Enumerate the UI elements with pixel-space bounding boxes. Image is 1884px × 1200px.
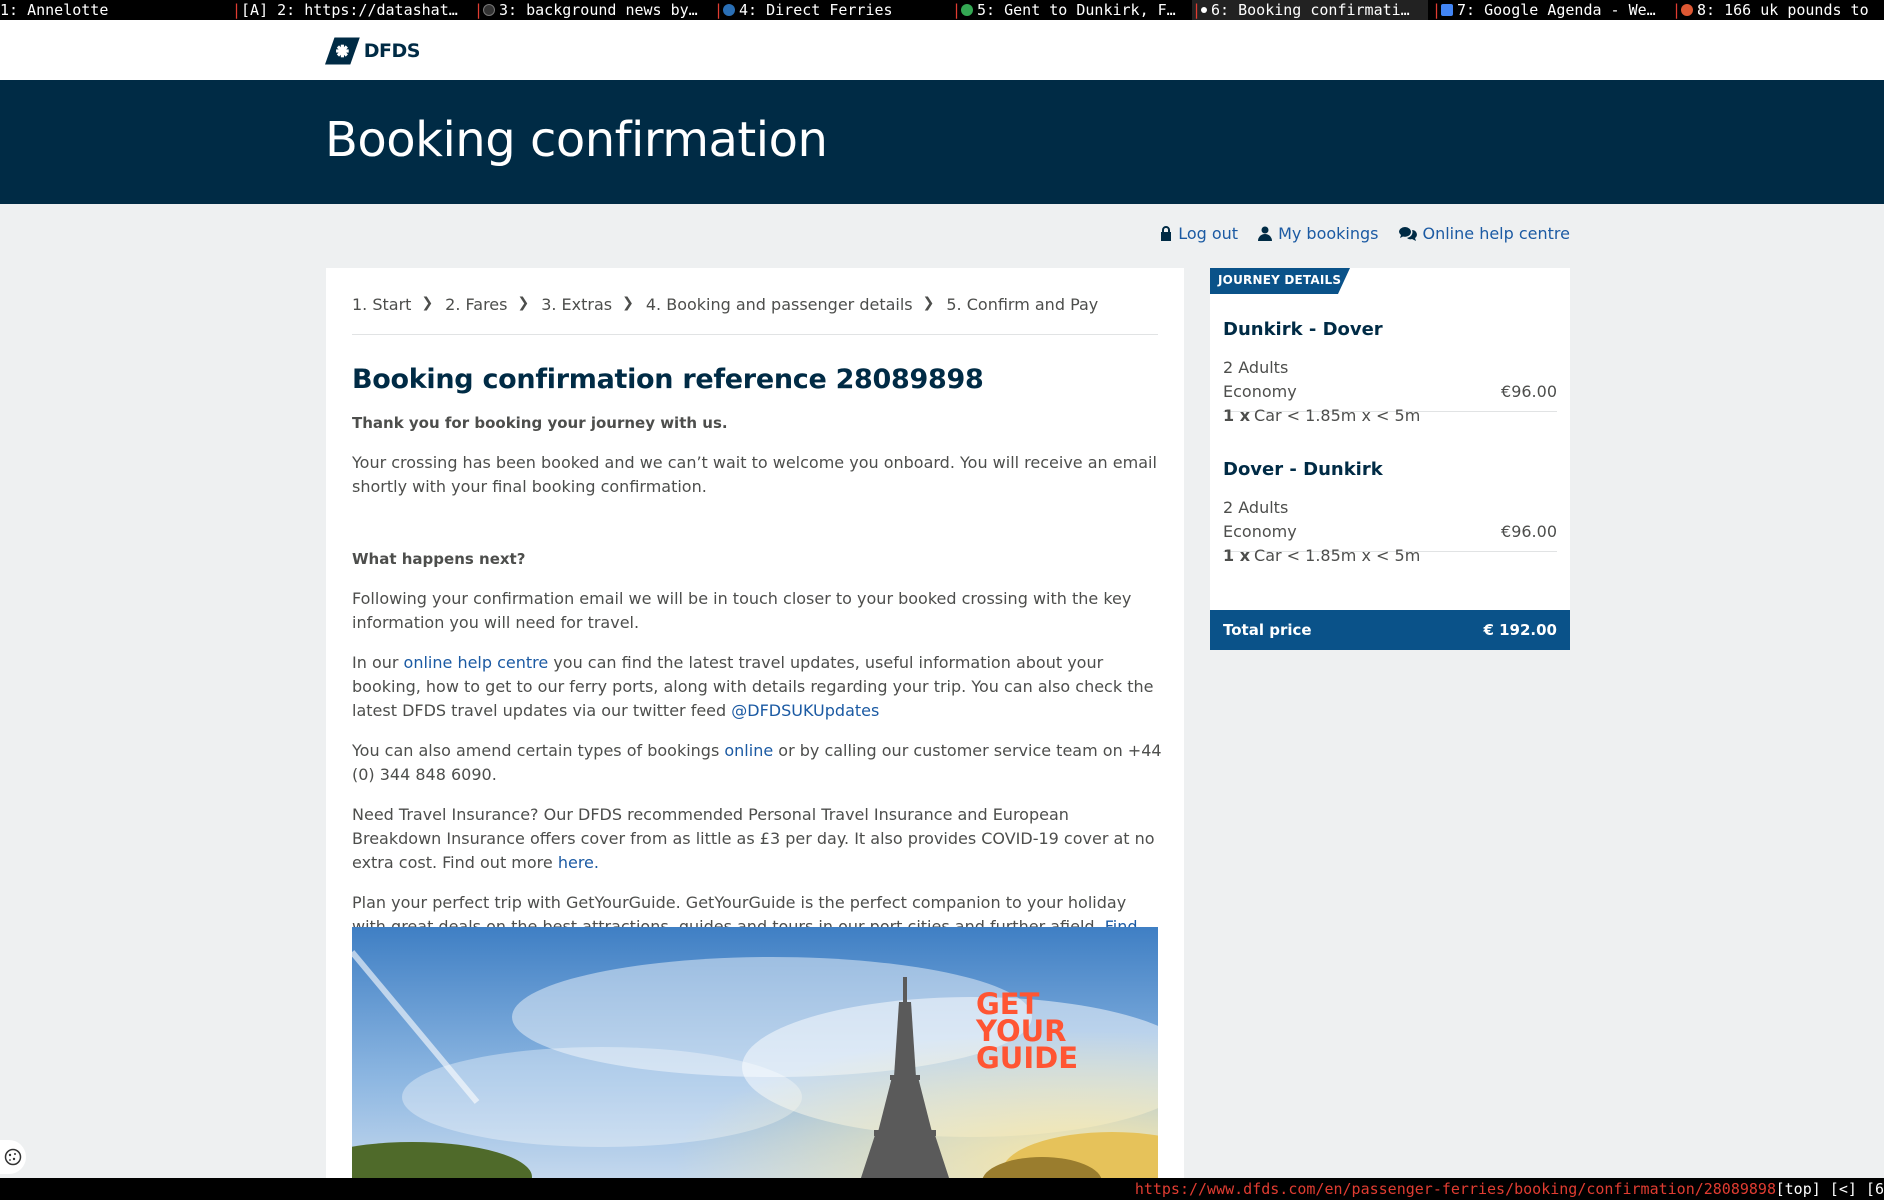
site-header: DFDS [0,20,1884,80]
leg-vehicle-qty: 1 x [1223,406,1251,425]
tab-label: 7: Google Agenda - We… [1457,1,1656,19]
paris-eiffel-tower-image: GET YOUR GUIDE [352,927,1158,1178]
amend-paragraph: You can also amend certain types of book… [352,741,1162,784]
browser-status-bar: https://www.dfds.com/en/passenger-ferrie… [0,1178,1884,1200]
booking-confirmation-card: 1. Start ❯ 2. Fares ❯ 3. Extras ❯ 4. Bookin… [326,268,1184,1178]
dfds-logo[interactable]: DFDS [325,34,421,68]
amend-online-link[interactable]: online [724,741,773,760]
chevron-right-icon: ❯ [421,295,434,311]
tab-label: 5: Gent to Dunkirk, F… [977,1,1176,19]
journey-details-card: JOURNEY DETAILS Dunkirk - Dover 2 Adults… [1210,268,1570,650]
online-help-centre-link[interactable]: online help centre [404,653,549,672]
confirmation-heading: Booking confirmation reference 28089898 [352,364,984,395]
github-icon [483,4,496,16]
logout-link[interactable]: Log out [1160,224,1238,243]
insurance-link[interactable]: here. [558,853,599,872]
browser-tab[interactable]: | 5: Gent to Dunkirk, F… [952,0,1188,20]
next-steps-heading: What happens next? [352,550,526,568]
tab-label: [A] 2: https://datashat… [241,1,458,19]
maps-icon [961,4,974,16]
browser-tab[interactable]: | 3: background news by… [474,0,702,20]
lock-icon [1161,226,1172,241]
chevron-right-icon: ❯ [517,295,530,311]
leg-route: Dover - Dunkirk [1223,459,1383,480]
my-bookings-link[interactable]: My bookings [1258,224,1379,243]
leg-vehicle: Car < 1.85m x < 5m [1254,406,1421,425]
account-links: Log out My bookings Online help centre [1160,224,1570,243]
leg-vehicle: Car < 1.85m x < 5m [1254,546,1421,565]
tab-label: 3: background news by… [499,1,698,19]
browser-tab-bar: 1: Annelotte |[A] 2: https://datashat… |… [0,0,1884,20]
step-confirm-pay[interactable]: 5. Confirm and Pay [946,295,1098,334]
tab-label: 6: Booking confirmati… [1211,1,1410,19]
cookie-settings-button[interactable] [0,1140,26,1174]
calendar-icon [1441,4,1454,16]
total-price-value: € 192.00 [1483,621,1557,639]
leg-vehicle-qty: 1 x [1223,546,1251,565]
getyourguide-promo-image[interactable]: GET YOUR GUIDE [352,927,1158,1178]
leg-route: Dunkirk - Dover [1223,319,1383,340]
twitter-feed-link[interactable]: @DFDSUKUpdates [731,701,879,720]
total-price-bar: Total price € 192.00 [1210,610,1570,650]
browser-tab-active[interactable]: | 6: Booking confirmati… [1192,0,1428,20]
confirmation-content: Booking confirmation reference 28089898 … [352,363,1162,979]
booked-text: Your crossing has been booked and we can… [352,453,1157,496]
insurance-paragraph: Need Travel Insurance? Our DFDS recommen… [352,805,1155,872]
step-start[interactable]: 1. Start ❯ [352,295,433,334]
tab-label: 1: Annelotte [0,1,109,19]
gyg-logo-line-3: GUIDE [976,1041,1078,1075]
chevron-right-icon: ❯ [922,295,935,311]
journey-details-tag: JOURNEY DETAILS [1210,268,1350,294]
leg-fare: Economy [1223,522,1297,541]
chevron-right-icon: ❯ [622,295,634,311]
browser-tab[interactable]: | 4: Direct Ferries [714,0,944,20]
step-passenger-details[interactable]: 4. Booking and passenger details ❯ [646,295,935,334]
following-text: Following your confirmation email we wil… [352,589,1132,632]
page-title: Booking confirmation [325,112,828,168]
hero-banner: Booking confirmation [0,80,1884,204]
status-url: https://www.dfds.com/en/passenger-ferrie… [1134,1180,1776,1198]
tab-label: 8: 166 uk pounds to [1697,1,1869,19]
booking-steps-breadcrumb: 1. Start ❯ 2. Fares ❯ 3. Extras ❯ 4. Bookin… [352,295,1158,335]
ferry-icon [723,4,736,16]
thank-you-text: Thank you for booking your journey with … [352,414,728,432]
leg-passengers: 2 Adults [1223,358,1289,377]
help-centre-link[interactable]: Online help centre [1398,224,1570,243]
help-centre-paragraph: In our online help centre you can find t… [352,653,1154,720]
total-price-label: Total price [1223,621,1312,639]
journey-leg: Dover - Dunkirk 2 Adults Economy €96.00 1… [1223,458,1557,565]
step-extras[interactable]: 3. Extras ❯ [541,295,634,334]
step-fares[interactable]: 2. Fares ❯ [445,295,529,334]
browser-tab[interactable]: |[A] 2: https://datashat… [232,0,460,20]
brand-name: DFDS [363,40,421,62]
cookie-icon [4,1148,22,1166]
dfds-icon [1201,7,1208,13]
leg-price: €96.00 [1501,382,1557,401]
leg-price: €96.00 [1501,522,1557,541]
chat-bubbles-icon [1398,227,1417,241]
browser-tab[interactable]: 1: Annelotte [0,0,230,20]
duckduckgo-icon [1681,4,1694,16]
browser-tab[interactable]: | 7: Google Agenda - We… [1432,0,1668,20]
tab-label: 4: Direct Ferries [739,1,893,19]
status-indicators: [top] [<] [6 [1775,1180,1884,1198]
leg-passengers: 2 Adults [1223,498,1289,517]
leg-fare: Economy [1223,382,1297,401]
journey-leg: Dunkirk - Dover 2 Adults Economy €96.00 1… [1223,318,1557,425]
user-icon [1258,226,1273,241]
browser-tab[interactable]: | 8: 166 uk pounds to [1672,0,1884,20]
dfds-logo-icon [325,37,360,65]
